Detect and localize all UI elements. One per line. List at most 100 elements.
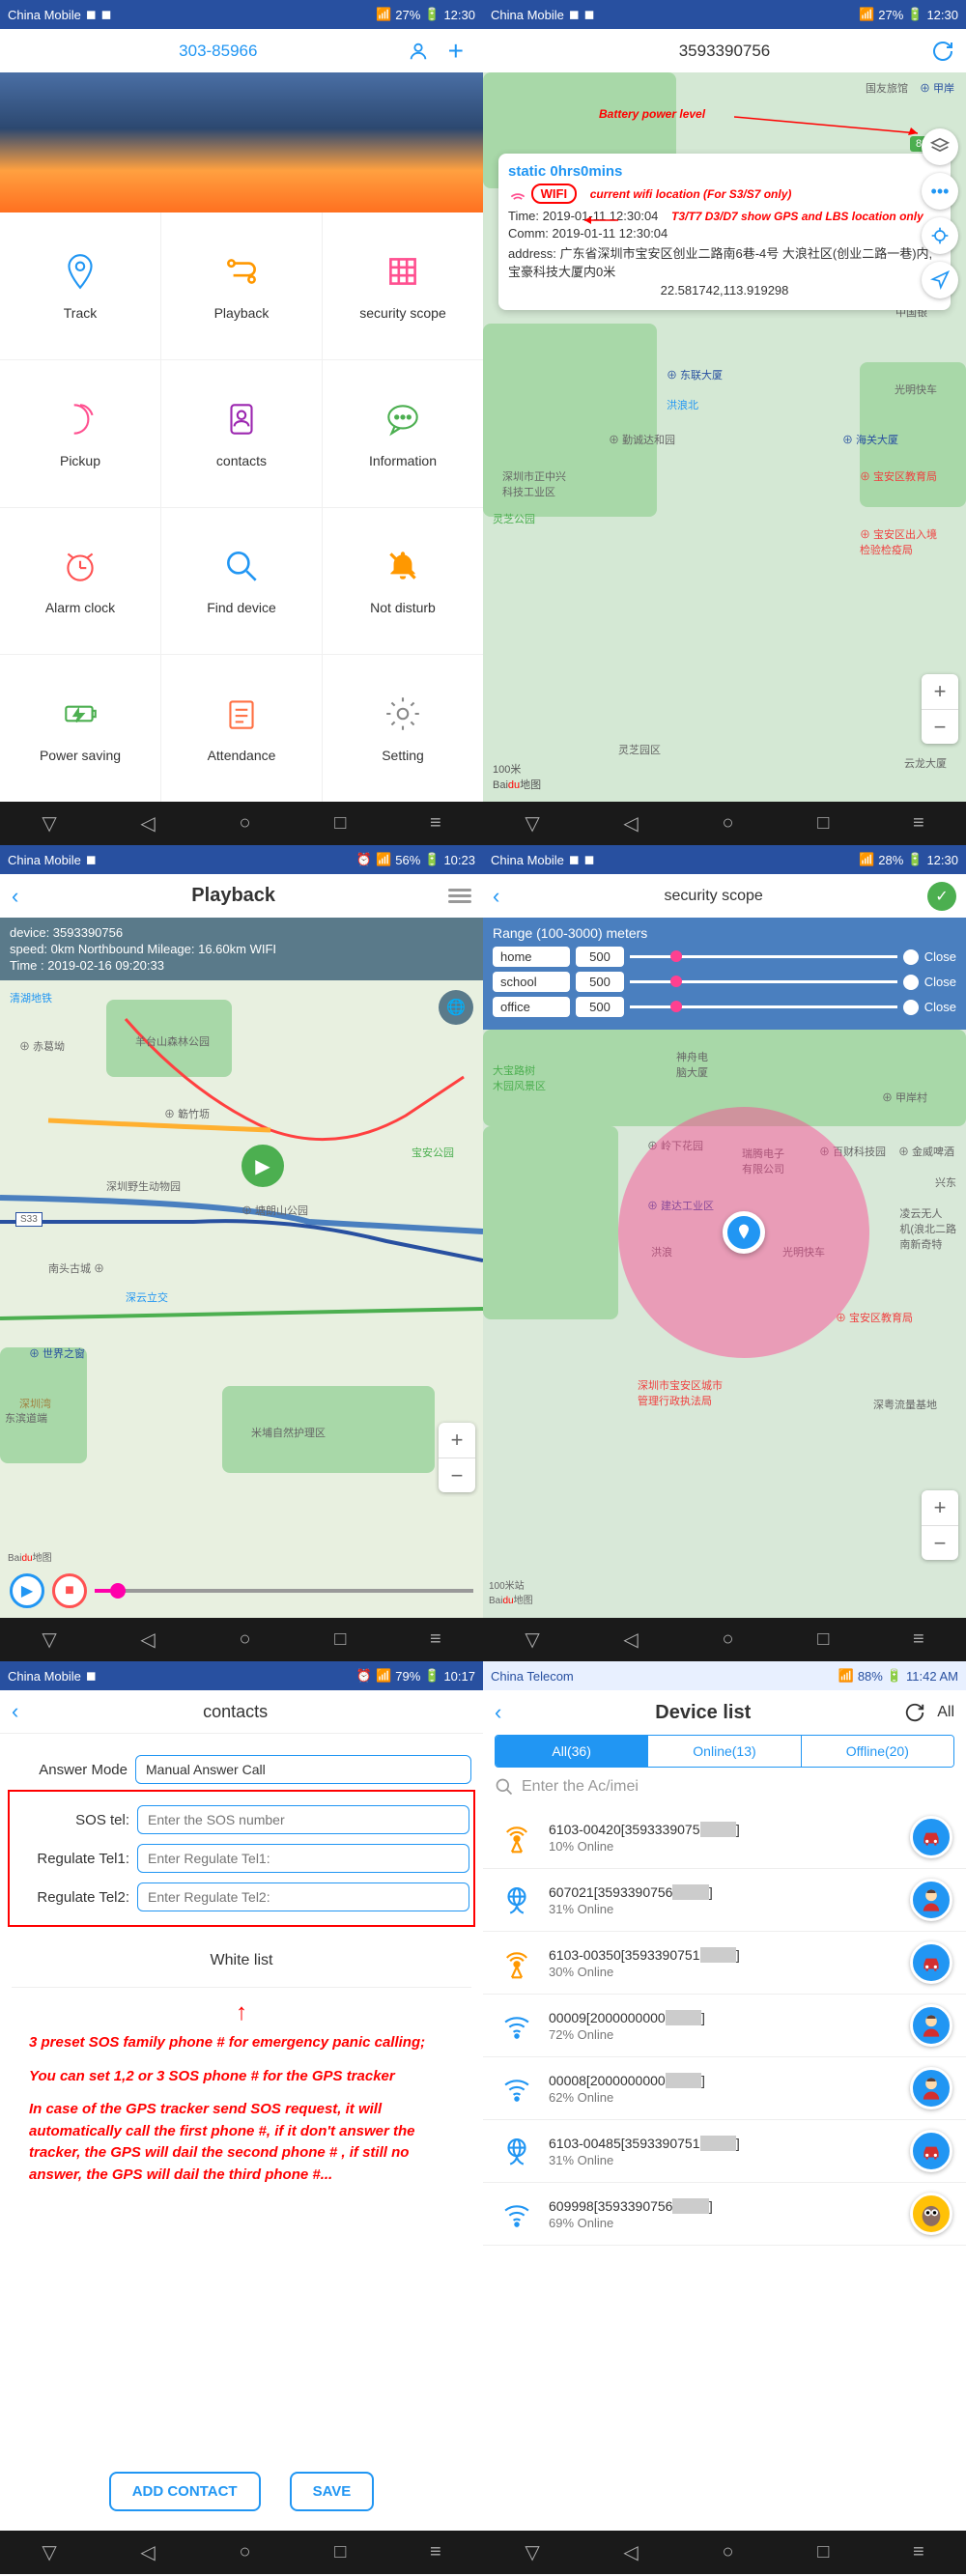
geofence-map[interactable]: 神舟电脑大厦 大宝路树木园风景区 ⊕ 甲岸村 ⊕ 岭下花园 瑞腾电子有限公司 ⊕… xyxy=(483,1030,966,1618)
back-icon[interactable]: ‹ xyxy=(495,1700,501,1725)
zoom-in-button[interactable]: + xyxy=(922,1490,958,1525)
globe-button[interactable]: 🌐 xyxy=(439,990,473,1025)
signal-type-icon xyxy=(497,1817,537,1857)
back-icon[interactable]: ‹ xyxy=(12,884,18,909)
device-avatar[interactable] xyxy=(910,2004,952,2047)
sos-tel-input[interactable] xyxy=(137,1805,469,1834)
app-header: ‹ security scope ✓ xyxy=(483,874,966,918)
nav-recent-icon[interactable]: □ xyxy=(334,812,346,835)
app-header: 3593390756 xyxy=(483,29,966,72)
regulate-tel2-input[interactable] xyxy=(137,1882,469,1911)
banner-image xyxy=(0,72,483,212)
menu-security-scope[interactable]: security scope xyxy=(323,212,483,359)
device-status: 10% Online xyxy=(549,1839,898,1854)
range-row-office: office 500 Close xyxy=(493,997,956,1017)
confirm-button[interactable]: ✓ xyxy=(927,882,956,911)
filter-tabs: All(36) Online(13) Offline(20) xyxy=(495,1735,954,1768)
device-list-item[interactable]: 607021[3593390756XXXX] 31% Online xyxy=(483,1869,966,1932)
tab-all[interactable]: All(36) xyxy=(496,1736,647,1767)
app-header: ‹ contacts xyxy=(0,1690,483,1734)
back-icon[interactable]: ‹ xyxy=(493,884,499,909)
zoom-out-button[interactable]: − xyxy=(922,709,958,744)
app-header: 303-85966 + xyxy=(0,29,483,72)
location-pin xyxy=(723,1211,765,1254)
zoom-in-button[interactable]: + xyxy=(922,674,958,709)
zoom-out-button[interactable]: − xyxy=(922,1525,958,1560)
device-name: 00008[2000000000XXXX] xyxy=(549,2073,898,2088)
close-radio[interactable] xyxy=(903,949,919,965)
annotation-text-1: 3 preset SOS family phone # for emergenc… xyxy=(12,2026,471,2060)
more-button[interactable]: ••• xyxy=(922,173,958,210)
tab-online[interactable]: Online(13) xyxy=(647,1736,801,1767)
device-list-item[interactable]: 6103-00420[3593339075XXXX] 10% Online xyxy=(483,1806,966,1869)
android-nav-bar: ▽ ◁ ○ □ ≡ xyxy=(0,802,483,845)
refresh-icon[interactable] xyxy=(931,40,954,63)
device-list-item[interactable]: 609998[3593390756XXXX] 69% Online xyxy=(483,2183,966,2246)
menu-power-saving[interactable]: Power saving xyxy=(0,655,160,802)
play-marker[interactable]: ▶ xyxy=(242,1145,284,1187)
device-list-item[interactable]: 00008[2000000000XXXX] 62% Online xyxy=(483,2057,966,2120)
menu-playback[interactable]: Playback xyxy=(161,212,322,359)
device-list-item[interactable]: 00009[2000000000XXXX] 72% Online xyxy=(483,1995,966,2057)
menu-track[interactable]: Track xyxy=(0,212,160,359)
device-avatar[interactable] xyxy=(910,2193,952,2235)
device-list-screen: China Telecom 📶88%🔋11:42 AM ‹ Device lis… xyxy=(483,1661,966,2574)
status-bar: China Mobile◼ ⏰📶79%🔋10:17 xyxy=(0,1661,483,1690)
device-id-title: 303-85966 xyxy=(48,42,388,61)
map-view[interactable]: 国友旅馆 ⊕ 甲岸 中国银 ⊕ 东联大厦 光明快车 洪浪北 ⊕ 勤诚达和园 ⊕ … xyxy=(483,72,966,802)
menu-information[interactable]: Information xyxy=(323,360,483,507)
range-name-input[interactable]: home xyxy=(493,947,570,967)
play-button[interactable]: ▶ xyxy=(10,1573,44,1608)
back-icon[interactable]: ‹ xyxy=(12,1699,18,1724)
signal-type-icon xyxy=(497,2005,537,2046)
zoom-control: + − xyxy=(439,1423,475,1492)
menu-alarm-clock[interactable]: Alarm clock xyxy=(0,508,160,655)
device-avatar[interactable] xyxy=(910,2067,952,2109)
menu-find-device[interactable]: Find device xyxy=(161,508,322,655)
nav-down-icon[interactable]: ≡ xyxy=(430,812,441,835)
nav-back-icon[interactable]: ◁ xyxy=(140,811,155,835)
menu-pickup[interactable]: Pickup xyxy=(0,360,160,507)
android-nav-bar: ▽◁○□≡ xyxy=(0,2531,483,2574)
signal-type-icon xyxy=(497,2194,537,2234)
save-button[interactable]: SAVE xyxy=(290,2472,375,2511)
profile-icon[interactable] xyxy=(408,41,429,62)
answer-mode-select[interactable]: Manual Answer Call xyxy=(135,1755,471,1784)
device-avatar[interactable] xyxy=(910,1816,952,1858)
device-avatar[interactable] xyxy=(910,2130,952,2172)
menu-setting[interactable]: Setting xyxy=(323,655,483,802)
range-slider[interactable] xyxy=(630,955,897,958)
playback-map[interactable]: 清湖地铁 ⊕ 赤葛坳 羊台山森林公园 ⊕ 簕竹坜 宝安公园 深圳野生动物园 ⊕ … xyxy=(0,980,483,1618)
device-list: 6103-00420[3593339075XXXX] 10% Online 60… xyxy=(483,1806,966,2531)
search-field[interactable]: Enter the Ac/imei xyxy=(495,1777,954,1797)
zoom-in-button[interactable]: + xyxy=(439,1423,475,1458)
menu-attendance[interactable]: Attendance xyxy=(161,655,322,802)
stop-button[interactable]: ■ xyxy=(52,1573,87,1608)
whitelist-link[interactable]: White list xyxy=(12,1935,471,1988)
refresh-icon[interactable] xyxy=(904,1702,925,1723)
menu-grid: Track Playback security scope Pickup con… xyxy=(0,212,483,802)
range-panel: Range (100-3000) meters home 500 Close s… xyxy=(483,918,966,1030)
progress-slider[interactable] xyxy=(95,1589,473,1593)
zoom-out-button[interactable]: − xyxy=(439,1458,475,1492)
menu-contacts[interactable]: contacts xyxy=(161,360,322,507)
tab-offline[interactable]: Offline(20) xyxy=(802,1736,953,1767)
menu-icon[interactable] xyxy=(448,886,471,906)
device-avatar[interactable] xyxy=(910,1879,952,1921)
target-button[interactable] xyxy=(922,217,958,254)
add-icon[interactable]: + xyxy=(448,36,464,67)
menu-not-disturb[interactable]: Not disturb xyxy=(323,508,483,655)
location-button[interactable] xyxy=(922,262,958,298)
regulate-tel1-input[interactable] xyxy=(137,1844,469,1873)
device-list-item[interactable]: 6103-00485[3593390751XXXX] 31% Online xyxy=(483,2120,966,2183)
device-list-item[interactable]: 6103-00350[3593390751XXXX] 30% Online xyxy=(483,1932,966,1995)
nav-home-icon[interactable]: ○ xyxy=(239,812,250,835)
device-avatar[interactable] xyxy=(910,1941,952,1984)
range-value-input[interactable]: 500 xyxy=(576,947,624,967)
nav-menu-icon[interactable]: ▽ xyxy=(42,811,56,835)
all-label[interactable]: All xyxy=(937,1704,954,1721)
layers-button[interactable] xyxy=(922,128,958,165)
device-name: 6103-00420[3593339075XXXX] xyxy=(549,1822,898,1837)
signal-type-icon xyxy=(497,2131,537,2171)
add-contact-button[interactable]: ADD CONTACT xyxy=(109,2472,261,2511)
